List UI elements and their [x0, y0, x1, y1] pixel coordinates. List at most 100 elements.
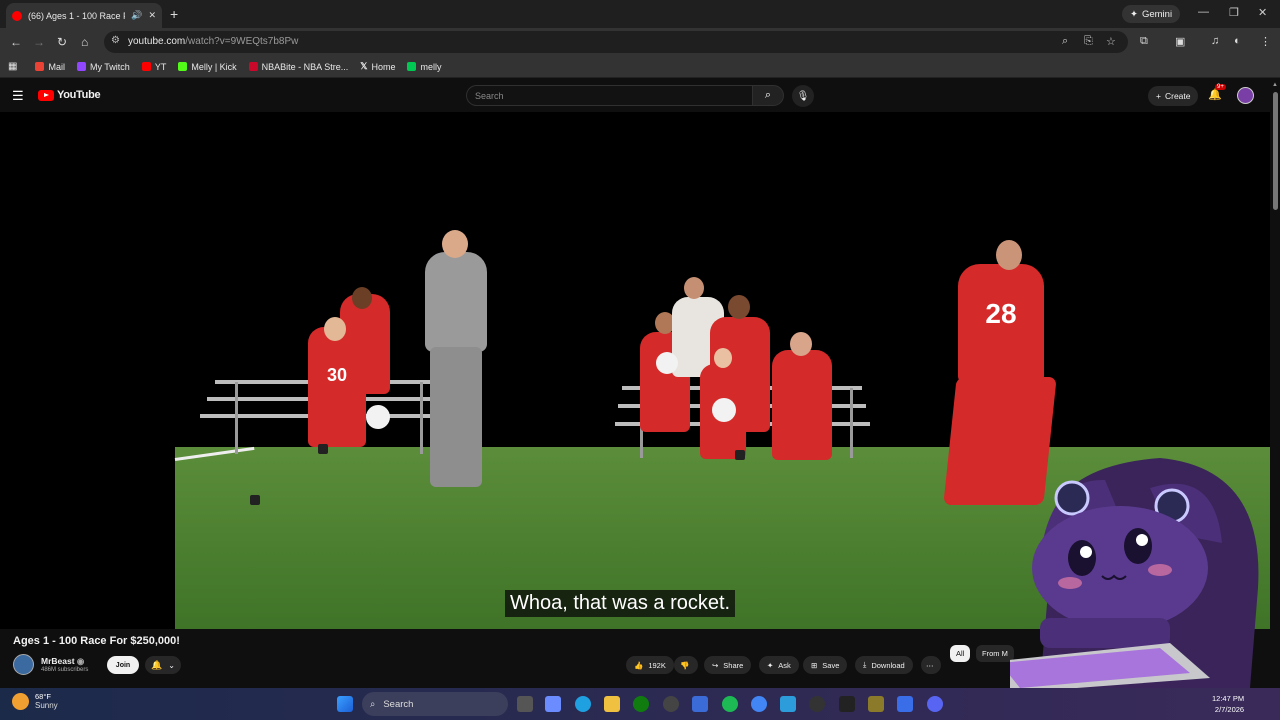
- download-button[interactable]: ⤓ Download: [855, 656, 913, 674]
- bookmark-nbabite[interactable]: NBABite - NBA Stre...: [248, 62, 348, 72]
- reload-icon[interactable]: ↻: [57, 35, 67, 49]
- bookmark-melly[interactable]: melly: [407, 62, 442, 72]
- temperature: 68°F: [35, 692, 51, 701]
- home-icon[interactable]: ⌂: [81, 35, 88, 49]
- url-text[interactable]: youtube.com/watch?v=9WEQts7b8Pw: [128, 36, 298, 47]
- windows-start-icon[interactable]: [337, 696, 353, 712]
- bookmark-x-home[interactable]: 𝕏 Home: [360, 61, 395, 72]
- camera-tripod: [318, 444, 328, 454]
- chevron-down-icon: ⌄: [168, 660, 175, 670]
- subscribed-bell-button[interactable]: 🔔 ⌄: [145, 656, 181, 674]
- gemini-button[interactable]: ✦ Gemini: [1122, 5, 1181, 23]
- forward-icon[interactable]: →: [33, 35, 45, 49]
- app-icon[interactable]: [868, 696, 884, 712]
- cat-blush: [1058, 577, 1082, 589]
- host-torso: [425, 252, 487, 352]
- taskbar-search[interactable]: ⌕ Search: [362, 692, 508, 716]
- contestant-head: [684, 277, 704, 299]
- extensions-icon[interactable]: ⧉: [1140, 35, 1148, 48]
- ask-button[interactable]: ✦ Ask: [759, 656, 799, 674]
- discord-icon[interactable]: [927, 696, 943, 712]
- dislike-button[interactable]: 👎: [674, 656, 698, 674]
- gemini-label: Gemini: [1141, 8, 1173, 20]
- store-icon[interactable]: [692, 696, 708, 712]
- channel-avatar[interactable]: [13, 654, 34, 675]
- photos-icon[interactable]: [780, 696, 796, 712]
- chrome-icon[interactable]: [751, 696, 767, 712]
- runner-jersey-28: 28: [958, 264, 1044, 384]
- chip-from-channel[interactable]: From M: [976, 645, 1014, 662]
- video-title: Ages 1 - 100 Race For $250,000!: [13, 635, 180, 647]
- task-view-icon[interactable]: [517, 696, 533, 712]
- bookmark-kick[interactable]: Melly | Kick: [178, 62, 237, 72]
- bookmark-my-twitch[interactable]: My Twitch: [76, 62, 130, 72]
- bookmark-star-icon[interactable]: ☆: [1106, 35, 1116, 48]
- cat-eye-right: [1124, 528, 1152, 564]
- create-button[interactable]: + Create: [1148, 86, 1199, 106]
- terminal-icon[interactable]: [839, 696, 855, 712]
- bleacher-leg: [235, 382, 238, 454]
- search-input[interactable]: [467, 86, 752, 106]
- address-bar[interactable]: ⚙ youtube.com/watch?v=9WEQts7b8Pw ⌕ ⎘ ☆: [104, 31, 1128, 53]
- notifications-bell-icon[interactable]: 🔔 9+: [1208, 84, 1226, 101]
- media-icon[interactable]: ♫: [1211, 35, 1219, 47]
- zoom-icon[interactable]: ⌕: [1062, 35, 1068, 48]
- browser-tab-strip: (66) Ages 1 - 100 Race For $ 🔊 ✕ + ✦ Gem…: [0, 0, 1280, 28]
- youtube-favicon-icon: [12, 10, 22, 21]
- contestant-jersey-30: 30: [308, 327, 366, 447]
- close-tab-icon[interactable]: ✕: [148, 10, 156, 21]
- back-icon[interactable]: ←: [10, 35, 22, 49]
- voice-search-button[interactable]: 🎙: [792, 85, 814, 107]
- weather-widget[interactable]: 68°F Sunny: [12, 692, 58, 710]
- profile-icon[interactable]: ◐: [1234, 35, 1241, 47]
- camera-tripod: [735, 450, 745, 460]
- edge-icon[interactable]: [575, 696, 591, 712]
- search-button[interactable]: ⌕: [752, 85, 784, 106]
- more-actions-button[interactable]: ⋯: [921, 656, 941, 674]
- bookmark-mail[interactable]: Mail: [35, 62, 65, 72]
- browser-tab-youtube[interactable]: (66) Ages 1 - 100 Race For $ 🔊 ✕: [6, 3, 162, 28]
- copilot-icon[interactable]: [545, 696, 561, 712]
- scrollbar-thumb[interactable]: [1273, 92, 1278, 210]
- spotify-icon[interactable]: [722, 696, 738, 712]
- hamburger-menu-icon[interactable]: ☰: [12, 88, 24, 104]
- join-button[interactable]: Join: [107, 656, 139, 674]
- file-explorer-icon[interactable]: [604, 696, 620, 712]
- bookmarks-bar: ▦ Mail My Twitch YT Melly | Kick NBABite…: [0, 56, 1280, 78]
- speaker-icon[interactable]: 🔊: [131, 10, 142, 21]
- verified-icon: ◉: [76, 656, 85, 666]
- save-button[interactable]: ⊞ Save: [803, 656, 848, 674]
- youtube-play-icon: [38, 89, 54, 101]
- minimize-icon[interactable]: —: [1198, 6, 1209, 18]
- apps-grid-icon[interactable]: ▦: [8, 61, 17, 72]
- site-info-icon[interactable]: ⚙: [111, 35, 120, 46]
- eye-shine: [1136, 534, 1148, 546]
- share-button[interactable]: ↪ Share: [704, 656, 752, 674]
- bookmark-yt[interactable]: YT: [141, 62, 166, 72]
- new-tab-icon[interactable]: +: [170, 6, 178, 22]
- chip-all[interactable]: All: [950, 645, 971, 662]
- youtube-logo[interactable]: YouTube: [38, 89, 101, 101]
- xbox-icon[interactable]: [633, 696, 649, 712]
- download-icon: ⤓: [863, 660, 867, 669]
- system-clock[interactable]: 12:47 PM 2/7/2026: [1212, 693, 1244, 715]
- steam-icon[interactable]: [663, 696, 679, 712]
- user-avatar[interactable]: [1237, 87, 1254, 104]
- window-close-icon[interactable]: ✕: [1258, 6, 1267, 19]
- restore-icon[interactable]: ❐: [1229, 6, 1239, 19]
- cast-icon[interactable]: ⎘: [1084, 35, 1093, 48]
- cat-eye-left: [1068, 540, 1096, 576]
- headphone-left-icon: [1054, 480, 1090, 516]
- channel-name[interactable]: MrBeast ◉: [41, 656, 84, 667]
- app-icon[interactable]: [897, 696, 913, 712]
- like-button[interactable]: 👍 192K: [626, 656, 674, 674]
- contestant-head: [352, 287, 372, 309]
- menu-dots-icon[interactable]: ⋮: [1260, 35, 1271, 48]
- tab-title: (66) Ages 1 - 100 Race For $: [28, 10, 125, 21]
- sidepanel-icon[interactable]: ▣: [1175, 35, 1185, 48]
- sparkle-icon: ✦: [1130, 8, 1138, 20]
- host-head: [442, 230, 468, 258]
- scroll-up-icon[interactable]: ▲: [1272, 82, 1278, 88]
- more-dots-icon: ⋯: [926, 660, 934, 670]
- media-player-icon[interactable]: [809, 696, 825, 712]
